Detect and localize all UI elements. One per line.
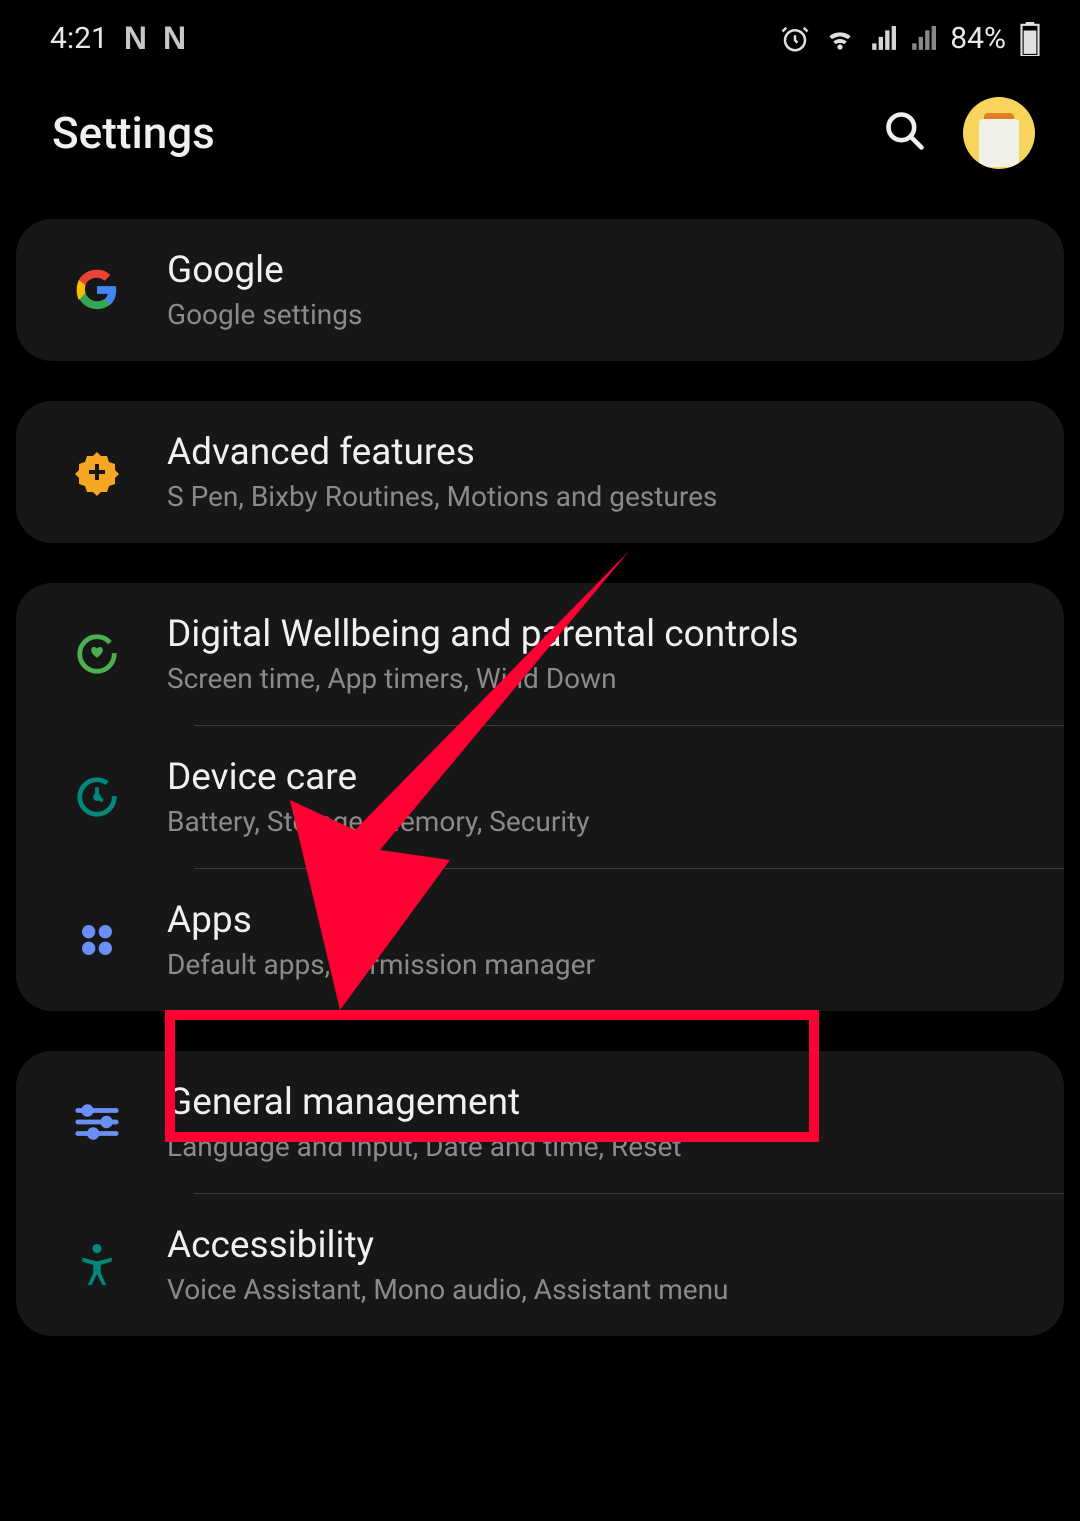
signal-icon-2: [910, 26, 936, 52]
item-title: Apps: [167, 899, 1024, 942]
item-text: General management Language and input, D…: [167, 1081, 1024, 1163]
item-title: General management: [167, 1081, 1024, 1124]
header: Settings: [0, 67, 1080, 219]
status-right: 84%: [780, 21, 1040, 56]
signal-icon-1: [870, 26, 896, 52]
wellbeing-icon: [71, 628, 123, 680]
wifi-icon: [824, 23, 856, 55]
status-left: 4:21 N N: [50, 20, 186, 57]
search-icon[interactable]: [883, 109, 927, 157]
profile-avatar[interactable]: [963, 97, 1035, 169]
item-title: Google: [167, 249, 1024, 292]
notification-icon-n-2: N: [163, 20, 186, 57]
apps-grid-icon: [71, 914, 123, 966]
item-text: Google Google settings: [167, 249, 1024, 331]
battery-icon: [1020, 22, 1040, 56]
accessibility-icon: [71, 1239, 123, 1291]
item-text: Device care Battery, Storage, Memory, Se…: [167, 756, 1024, 838]
item-text: Accessibility Voice Assistant, Mono audi…: [167, 1224, 1024, 1306]
page-title: Settings: [52, 107, 215, 159]
notification-icon-n-1: N: [124, 20, 147, 57]
settings-group: Google Google settings: [16, 219, 1064, 361]
item-subtitle: Battery, Storage, Memory, Security: [167, 805, 1024, 838]
header-actions: [883, 97, 1035, 169]
item-title: Accessibility: [167, 1224, 1024, 1267]
item-subtitle: Google settings: [167, 298, 1024, 331]
settings-item-accessibility[interactable]: Accessibility Voice Assistant, Mono audi…: [16, 1194, 1064, 1336]
settings-list: Google Google settings Advanced features…: [0, 219, 1080, 1336]
google-icon: [71, 264, 123, 316]
item-subtitle: Default apps, Permission manager: [167, 948, 1024, 981]
item-title: Advanced features: [167, 431, 1024, 474]
settings-group: Advanced features S Pen, Bixby Routines,…: [16, 401, 1064, 543]
sliders-icon: [71, 1096, 123, 1148]
settings-item-advanced-features[interactable]: Advanced features S Pen, Bixby Routines,…: [16, 401, 1064, 543]
settings-item-digital-wellbeing[interactable]: Digital Wellbeing and parental controls …: [16, 583, 1064, 725]
settings-item-apps[interactable]: Apps Default apps, Permission manager: [16, 869, 1064, 1011]
settings-item-general-management[interactable]: General management Language and input, D…: [16, 1051, 1064, 1193]
device-care-icon: [71, 771, 123, 823]
status-time: 4:21: [50, 21, 108, 56]
item-text: Advanced features S Pen, Bixby Routines,…: [167, 431, 1024, 513]
item-subtitle: Screen time, App timers, Wind Down: [167, 662, 1024, 695]
item-subtitle: S Pen, Bixby Routines, Motions and gestu…: [167, 480, 1024, 513]
settings-group: General management Language and input, D…: [16, 1051, 1064, 1336]
settings-item-google[interactable]: Google Google settings: [16, 219, 1064, 361]
gear-plus-icon: [71, 446, 123, 498]
status-bar: 4:21 N N 84%: [0, 0, 1080, 67]
item-text: Apps Default apps, Permission manager: [167, 899, 1024, 981]
settings-group: Digital Wellbeing and parental controls …: [16, 583, 1064, 1011]
item-title: Digital Wellbeing and parental controls: [167, 613, 1024, 656]
battery-percent: 84%: [950, 21, 1006, 56]
item-title: Device care: [167, 756, 1024, 799]
settings-item-device-care[interactable]: Device care Battery, Storage, Memory, Se…: [16, 726, 1064, 868]
item-subtitle: Language and input, Date and time, Reset: [167, 1130, 1024, 1163]
alarm-icon: [780, 24, 810, 54]
item-text: Digital Wellbeing and parental controls …: [167, 613, 1024, 695]
item-subtitle: Voice Assistant, Mono audio, Assistant m…: [167, 1273, 1024, 1306]
